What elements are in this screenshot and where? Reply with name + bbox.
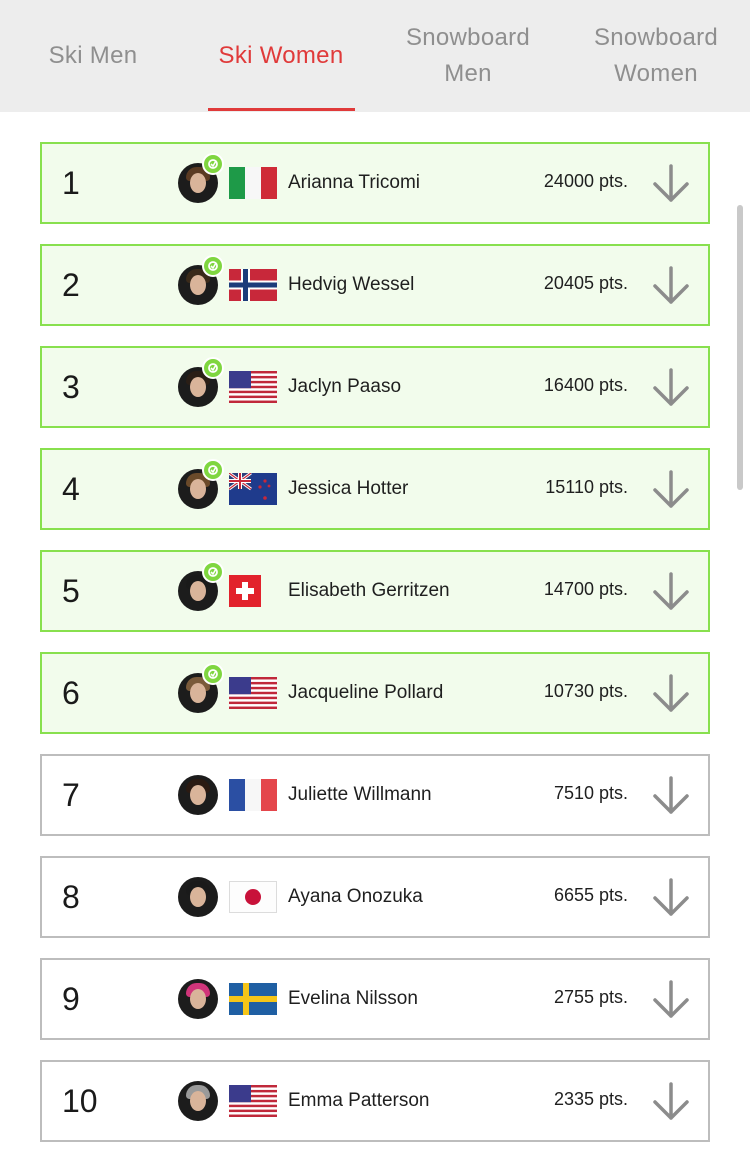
tab-ski-men[interactable]: Ski Men: [18, 0, 168, 112]
scrollbar[interactable]: [737, 205, 743, 490]
athlete-points: 2755 pts.: [553, 986, 628, 1007]
ranking-row[interactable]: 1 Arianna Tricomi 24000 pts.: [40, 142, 710, 224]
rank-number: 1: [62, 164, 80, 201]
tab-ski-women[interactable]: Ski Women: [206, 0, 356, 112]
tab-label: Ski Men: [48, 42, 138, 69]
new-zealand-flag: [229, 473, 277, 505]
athlete-points: 16400 pts.: [543, 374, 628, 395]
tab-label-line1: Snowboard: [405, 24, 531, 51]
rank-number: 5: [62, 572, 80, 609]
rank-number: 3: [62, 368, 80, 405]
norway-flag: [229, 269, 277, 301]
ranking-row[interactable]: 5 Elisabeth Gerritzen 14700 pts.: [40, 550, 710, 632]
active-tab-indicator: [208, 108, 355, 111]
athlete-points: 10730 pts.: [543, 680, 628, 701]
rank-number: 7: [62, 776, 80, 813]
athlete-name: Jessica Hotter: [288, 478, 409, 499]
qualified-check-icon: [202, 459, 224, 481]
athlete-name: Juliette Willmann: [288, 784, 432, 805]
tab-snowboard-men[interactable]: Snowboard Men: [388, 0, 548, 112]
ranking-row[interactable]: 7 Juliette Willmann 7510 pts.: [40, 754, 710, 836]
ranking-row[interactable]: 3 Jaclyn Paaso 16400 pts.: [40, 346, 710, 428]
athlete-points: 2335 pts.: [553, 1088, 628, 1109]
rank-number: 2: [62, 266, 80, 303]
arrow-down-icon[interactable]: [650, 775, 692, 817]
tab-label-line2: Women: [614, 60, 698, 87]
category-tab-bar: Ski Men Ski Women Snowboard Men Snowboar…: [0, 0, 750, 112]
switzerland-flag: [229, 575, 261, 607]
arrow-down-icon[interactable]: [650, 265, 692, 307]
rank-number: 4: [62, 470, 80, 507]
ranking-row[interactable]: 6 Jacqueline Pollard 10730 pts.: [40, 652, 710, 734]
usa-flag: [229, 1085, 277, 1117]
arrow-down-icon[interactable]: [650, 469, 692, 511]
athlete-name: Jaclyn Paaso: [288, 376, 402, 397]
athlete-name: Ayana Onozuka: [288, 886, 423, 907]
arrow-down-icon[interactable]: [650, 979, 692, 1021]
athlete-name: Evelina Nilsson: [288, 988, 418, 1009]
arrow-down-icon[interactable]: [650, 163, 692, 205]
usa-flag: [229, 677, 277, 709]
rank-number: 6: [62, 674, 80, 711]
usa-flag: [229, 371, 277, 403]
rank-number: 9: [62, 980, 80, 1017]
arrow-down-icon[interactable]: [650, 571, 692, 613]
athlete-avatar: [178, 877, 218, 917]
france-flag: [229, 779, 277, 811]
rank-number: 8: [62, 878, 80, 915]
tab-label-line2: Men: [444, 60, 492, 87]
athlete-avatar: [178, 775, 218, 815]
athlete-name: Hedvig Wessel: [288, 274, 415, 295]
rank-number: 10: [62, 1082, 98, 1119]
ranking-row[interactable]: 2 Hedvig Wessel 20405 pts.: [40, 244, 710, 326]
arrow-down-icon[interactable]: [650, 367, 692, 409]
sweden-flag: [229, 983, 277, 1015]
athlete-points: 20405 pts.: [543, 272, 628, 293]
qualified-check-icon: [202, 153, 224, 175]
athlete-name: Elisabeth Gerritzen: [288, 580, 450, 601]
italy-flag: [229, 167, 277, 199]
tab-snowboard-women[interactable]: Snowboard Women: [576, 0, 736, 112]
qualified-check-icon: [202, 561, 224, 583]
ranking-row[interactable]: 8 Ayana Onozuka 6655 pts.: [40, 856, 710, 938]
athlete-points: 14700 pts.: [543, 578, 628, 599]
athlete-points: 6655 pts.: [553, 884, 628, 905]
qualified-check-icon: [202, 357, 224, 379]
athlete-points: 24000 pts.: [543, 170, 628, 191]
athlete-name: Jacqueline Pollard: [288, 682, 444, 703]
athlete-points: 15110 pts.: [545, 476, 628, 497]
athlete-points: 7510 pts.: [553, 782, 628, 803]
athlete-avatar: [178, 979, 218, 1019]
arrow-down-icon[interactable]: [650, 877, 692, 919]
japan-flag: [229, 881, 277, 913]
athlete-avatar: [178, 1081, 218, 1121]
ranking-row[interactable]: 4 Jessica Hotter 15110 pts.: [40, 448, 710, 530]
qualified-check-icon: [202, 255, 224, 277]
arrow-down-icon[interactable]: [650, 673, 692, 715]
ranking-row[interactable]: 10 Emma Patterson 2335 pts.: [40, 1060, 710, 1142]
qualified-check-icon: [202, 663, 224, 685]
athlete-name: Emma Patterson: [288, 1090, 430, 1111]
athlete-name: Arianna Tricomi: [288, 172, 420, 193]
arrow-down-icon[interactable]: [650, 1081, 692, 1123]
tab-label-line1: Snowboard: [593, 24, 719, 51]
tab-label: Ski Women: [218, 42, 344, 69]
ranking-row[interactable]: 9 Evelina Nilsson 2755 pts.: [40, 958, 710, 1040]
